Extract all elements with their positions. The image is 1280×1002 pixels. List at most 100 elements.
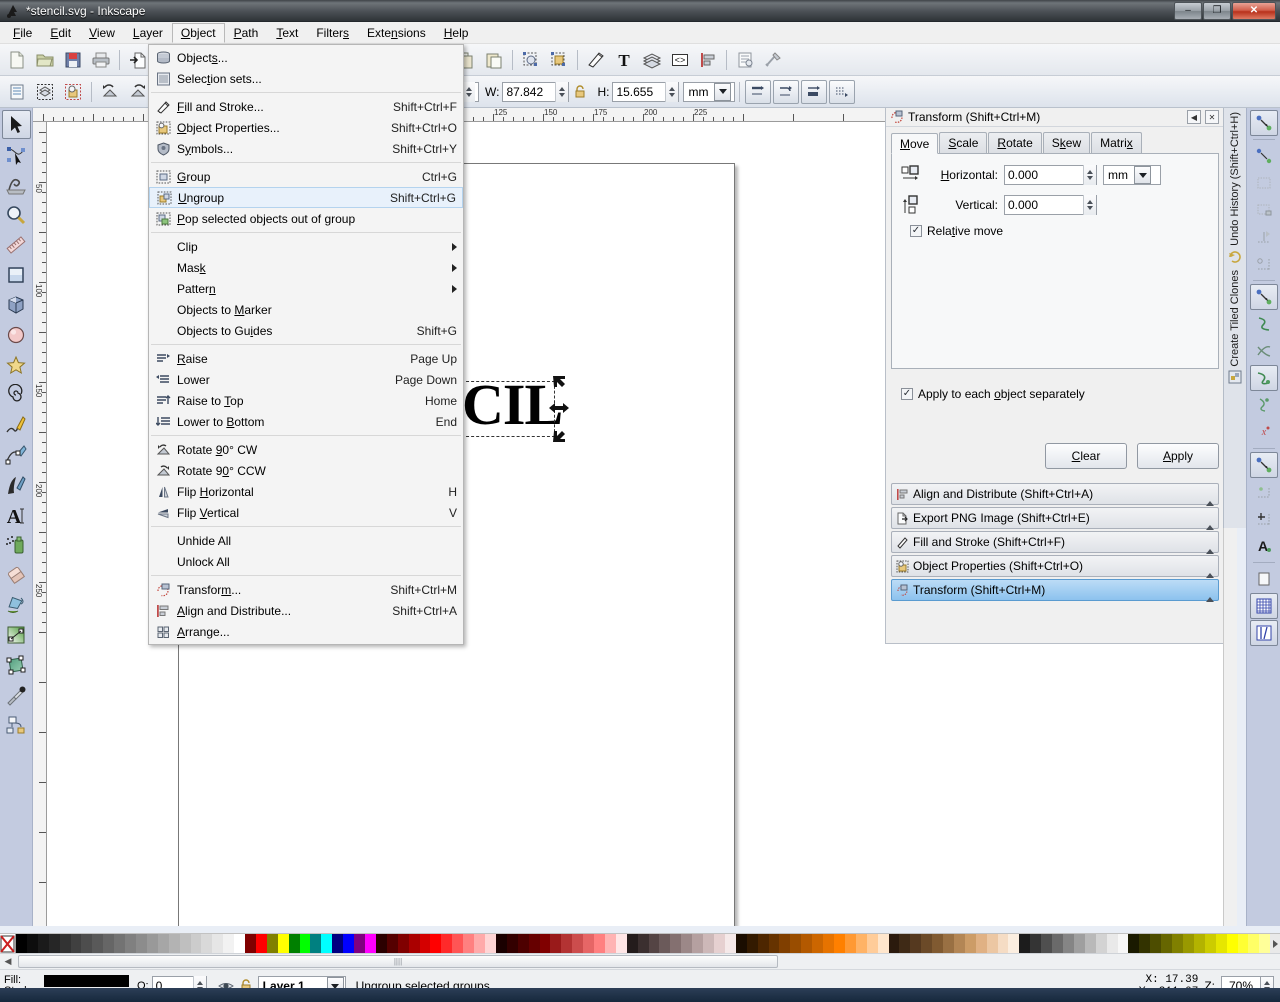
palette-swatch[interactable] <box>365 934 376 954</box>
menu-item-rotate-90-ccw[interactable]: Rotate 90° CCW <box>149 460 463 481</box>
menu-item-pop-selected-objects-out-of-group[interactable]: Pop selected objects out of group <box>149 208 463 229</box>
palette-swatch[interactable] <box>768 934 780 954</box>
horizontal-scrollbar[interactable]: ◀ |||| <box>0 953 1280 969</box>
palette-swatch[interactable] <box>855 934 867 954</box>
document-properties-button[interactable] <box>732 47 758 73</box>
enable-snapping-toggle[interactable] <box>1249 110 1278 136</box>
lock-ratio-icon[interactable] <box>570 79 590 105</box>
minimize-button[interactable]: – <box>1174 1 1202 20</box>
palette-swatch[interactable] <box>975 934 987 954</box>
palette-swatch[interactable] <box>681 934 693 954</box>
menu-item-selection-sets[interactable]: Selection sets... <box>149 68 463 89</box>
palette-swatch[interactable] <box>146 934 158 954</box>
chevron-up-icon[interactable] <box>1206 559 1214 578</box>
apply-button[interactable]: Apply <box>1137 443 1219 469</box>
palette-swatch[interactable] <box>1106 934 1118 954</box>
palette-swatch[interactable] <box>746 934 758 954</box>
palette-swatch[interactable] <box>474 934 485 954</box>
vertical-field[interactable] <box>1004 195 1097 215</box>
palette-swatch[interactable] <box>168 934 180 954</box>
palette-swatch[interactable] <box>604 934 616 954</box>
menu-text[interactable]: Text <box>267 23 307 43</box>
palette-swatch[interactable] <box>201 934 213 954</box>
snap-bounding-box-toggle[interactable] <box>1250 143 1278 169</box>
palette-swatch[interactable] <box>37 934 49 954</box>
affect-gradients-button[interactable] <box>801 79 828 104</box>
palette-swatch[interactable] <box>114 934 126 954</box>
menu-item-objects-to-marker[interactable]: Objects to Marker <box>149 299 463 320</box>
palette-swatch[interactable] <box>212 934 224 954</box>
palette-swatch[interactable] <box>48 934 60 954</box>
box3d-tool[interactable] <box>2 290 31 319</box>
palette-swatch[interactable] <box>1182 934 1194 954</box>
palette-swatch[interactable] <box>1161 934 1173 954</box>
menu-item-lower[interactable]: Lower Page Down <box>149 369 463 390</box>
new-document-button[interactable] <box>4 47 30 73</box>
palette-swatch[interactable] <box>735 934 747 954</box>
measure-tool[interactable] <box>2 230 31 259</box>
menu-path[interactable]: Path <box>225 23 268 43</box>
paste-button[interactable] <box>481 47 507 73</box>
height-field[interactable] <box>612 81 680 102</box>
chevron-up-icon[interactable] <box>1206 511 1214 530</box>
palette-swatch[interactable] <box>1073 934 1085 954</box>
menu-item-rotate-90-cw[interactable]: Rotate 90° CW <box>149 439 463 460</box>
layers-dialog-button[interactable] <box>639 47 665 73</box>
palette-swatch[interactable] <box>866 934 878 954</box>
palette-swatch[interactable] <box>266 934 278 954</box>
dock-export-png-image[interactable]: Export PNG Image (Shift+Ctrl+E) <box>891 507 1219 530</box>
apply-each-row[interactable]: ✓ Apply to each object separately <box>901 387 1219 401</box>
menu-layer[interactable]: Layer <box>124 23 172 43</box>
menu-item-lower-to-bottom[interactable]: Lower to Bottom End <box>149 411 463 432</box>
chevron-down-icon[interactable] <box>1134 166 1151 184</box>
tab-rotate[interactable]: Rotate <box>988 132 1042 153</box>
width-field[interactable] <box>502 81 570 102</box>
undo-history-tab[interactable]: Undo History (Shift+Ctrl+H) <box>1229 112 1241 246</box>
menu-item-clip[interactable]: Clip <box>149 236 463 257</box>
tweak-tool[interactable] <box>2 170 31 199</box>
palette-swatch[interactable] <box>528 934 540 954</box>
palette-swatch[interactable] <box>332 934 344 954</box>
snap-grids-toggle[interactable] <box>1249 593 1278 619</box>
menu-item-objects[interactable]: Objects... <box>149 47 463 68</box>
palette-swatch[interactable] <box>1052 934 1063 954</box>
palette-swatch[interactable] <box>877 934 889 954</box>
palette-swatch[interactable] <box>1030 934 1042 954</box>
palette-swatch[interactable] <box>179 934 191 954</box>
menu-item-flip-horizontal[interactable]: Flip Horizontal H <box>149 481 463 502</box>
palette-swatch[interactable] <box>626 934 638 954</box>
palette-swatch[interactable] <box>692 934 704 954</box>
palette-swatch[interactable] <box>550 934 562 954</box>
relative-move-checkbox[interactable]: ✓ <box>910 225 922 237</box>
palette-swatch[interactable] <box>26 934 38 954</box>
palette-swatch[interactable] <box>321 934 333 954</box>
menu-item-fill-and-stroke[interactable]: Fill and Stroke... Shift+Ctrl+F <box>149 96 463 117</box>
menu-object[interactable]: Object <box>171 22 225 43</box>
snap-text-baselines-toggle[interactable]: A <box>1250 533 1278 559</box>
palette-swatch[interactable] <box>964 934 976 954</box>
star-tool[interactable] <box>2 350 31 379</box>
palette-swatch[interactable] <box>419 934 431 954</box>
palette-swatch[interactable] <box>1248 934 1260 954</box>
menu-item-mask[interactable]: Mask <box>149 257 463 278</box>
snap-rotation-centers-toggle[interactable] <box>1250 506 1278 532</box>
palette-swatch[interactable] <box>408 934 420 954</box>
select-all-layers-button[interactable] <box>32 79 58 105</box>
dock-align-and-distribute[interactable]: Align and Distribute (Shift+Ctrl+A) <box>891 483 1219 506</box>
snap-bbox-centers-toggle[interactable] <box>1250 251 1278 277</box>
transform-units-combo[interactable]: mm <box>1103 165 1161 185</box>
maximize-button[interactable]: ❐ <box>1203 1 1231 20</box>
mesh-gradient-tool[interactable] <box>2 650 31 679</box>
select-all-button[interactable] <box>4 79 30 105</box>
palette-swatch[interactable] <box>223 934 235 954</box>
print-document-button[interactable] <box>88 47 114 73</box>
palette-swatch[interactable] <box>1215 934 1227 954</box>
dropper-tool[interactable] <box>2 680 31 709</box>
palette-swatch[interactable] <box>277 934 289 954</box>
palette-swatch[interactable] <box>714 934 725 954</box>
save-document-button[interactable] <box>60 47 86 73</box>
snap-paths-toggle[interactable] <box>1250 311 1278 337</box>
palette-swatch[interactable] <box>594 934 605 954</box>
palette-swatch[interactable] <box>517 934 529 954</box>
palette-swatch[interactable] <box>932 934 944 954</box>
